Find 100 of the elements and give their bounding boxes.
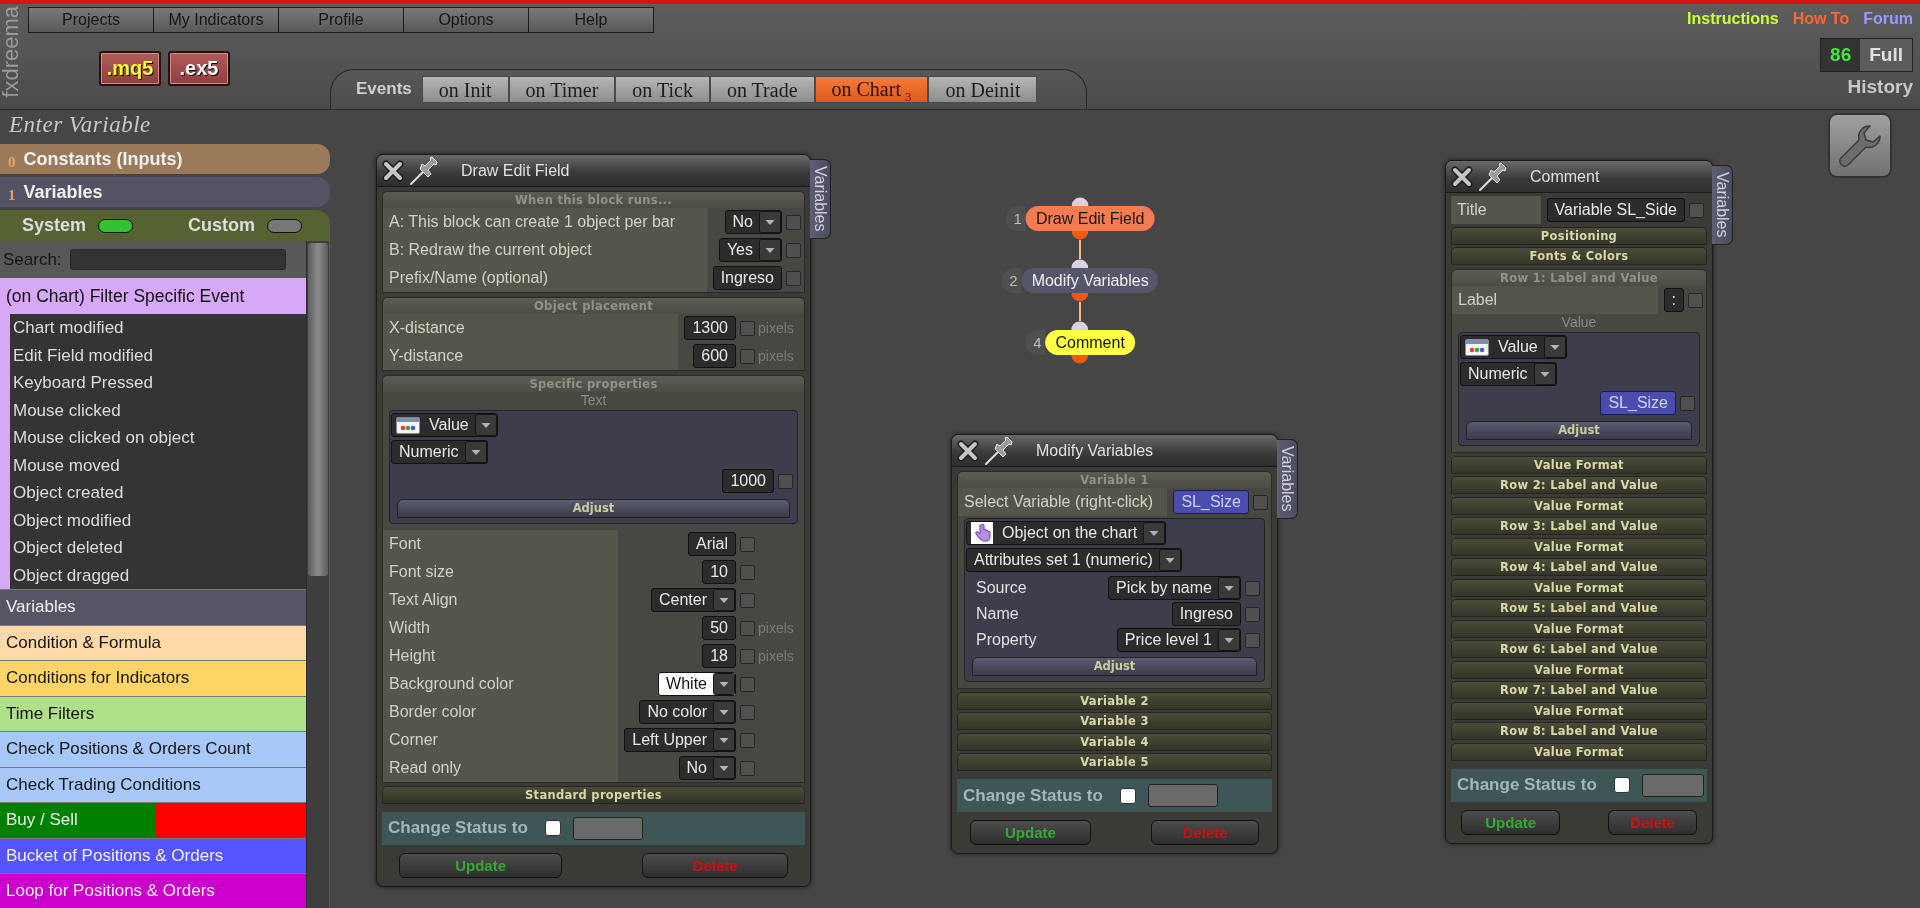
close-icon[interactable] — [1450, 164, 1474, 189]
checkbox[interactable] — [1244, 606, 1260, 622]
dropdown[interactable]: Attributes set 1 (numeric) — [966, 548, 1182, 572]
checkbox[interactable] — [785, 270, 801, 286]
category-item[interactable]: Loop for Positions & Orders — [0, 873, 306, 908]
variable-field[interactable]: SL_Size — [1600, 391, 1676, 415]
pin-icon[interactable] — [984, 435, 1016, 466]
toggle-switch[interactable] — [267, 218, 302, 233]
section-header[interactable]: Row 6: Label and Value — [1451, 640, 1707, 658]
status-field[interactable] — [572, 816, 643, 840]
checkbox[interactable] — [1252, 494, 1268, 510]
port-icon[interactable] — [1071, 293, 1089, 302]
block-item[interactable]: Keyboard Pressed — [10, 369, 306, 397]
flow-node[interactable]: Modify Variables — [1021, 268, 1159, 293]
pin-icon[interactable] — [1478, 161, 1510, 192]
event-tab[interactable]: on Tick — [615, 76, 710, 103]
block-item[interactable]: Object created — [10, 479, 306, 507]
history-button[interactable]: History — [1847, 76, 1913, 98]
port-icon[interactable] — [1071, 197, 1089, 206]
dropdown[interactable]: Value — [1460, 335, 1567, 359]
block-item[interactable]: Mouse clicked — [10, 396, 306, 424]
checkbox[interactable] — [739, 320, 755, 336]
section-header[interactable]: Value Format — [1451, 578, 1707, 597]
file-button[interactable]: .ex5 — [168, 51, 230, 86]
event-tab[interactable]: on Init — [421, 76, 509, 103]
update-button[interactable]: Update — [398, 852, 563, 878]
input-field[interactable]: 10 — [702, 560, 736, 584]
checkbox[interactable] — [1688, 202, 1704, 218]
flow-node[interactable]: Comment — [1045, 330, 1135, 355]
checkbox[interactable] — [739, 732, 755, 748]
checkbox[interactable] — [739, 676, 755, 692]
event-tab[interactable]: on Trade — [709, 76, 815, 103]
section-header[interactable]: Row 7: Label and Value — [1451, 681, 1707, 699]
toggle-switch[interactable] — [98, 218, 134, 233]
update-button[interactable]: Update — [969, 820, 1092, 845]
status-field[interactable] — [1641, 773, 1704, 797]
section-header[interactable]: Value Format — [1451, 701, 1707, 720]
checkbox[interactable] — [739, 620, 755, 636]
checkbox[interactable] — [1119, 787, 1136, 804]
status-field[interactable] — [1147, 784, 1218, 807]
pin-icon[interactable] — [409, 155, 441, 186]
category-item[interactable]: Buy / Sell — [0, 802, 306, 838]
dropdown[interactable]: Numeric — [391, 440, 488, 464]
section-header[interactable]: Value Format — [1451, 619, 1707, 638]
close-icon[interactable] — [956, 438, 980, 463]
category-item[interactable]: Check Positions & Orders Count — [0, 731, 306, 767]
dropdown[interactable]: Price level 1 — [1116, 628, 1241, 652]
event-tab[interactable]: on Deinit — [928, 76, 1038, 103]
dropdown[interactable]: Yes — [718, 238, 782, 262]
dropdown[interactable]: No — [678, 756, 736, 780]
section-header[interactable]: Value Format — [1451, 455, 1707, 474]
section-header[interactable]: Row 5: Label and Value — [1451, 599, 1707, 617]
tools-button[interactable] — [1828, 113, 1892, 178]
checkbox[interactable] — [1679, 395, 1695, 411]
checkbox[interactable] — [544, 820, 561, 836]
port-icon[interactable] — [1071, 259, 1089, 268]
dropdown[interactable]: Pick by name — [1107, 576, 1241, 600]
input-field[interactable]: Ingreso — [712, 266, 782, 290]
section-header[interactable]: Value Format — [1451, 496, 1707, 515]
input-field[interactable]: Variable SL_Side — [1546, 198, 1685, 222]
block-item[interactable]: Chart modified — [10, 314, 306, 342]
side-tab[interactable]: Variables — [1712, 165, 1733, 245]
block-item[interactable]: Mouse moved — [10, 451, 306, 479]
input-field[interactable]: 1300 — [684, 316, 736, 340]
checkbox[interactable] — [739, 704, 755, 720]
dropdown[interactable]: Left Upper — [624, 728, 736, 752]
section-header[interactable]: Value Format — [1451, 742, 1707, 761]
header-link[interactable]: Instructions — [1687, 10, 1779, 28]
section-header[interactable]: Variable 3 — [957, 712, 1272, 730]
scrollbar-thumb[interactable] — [308, 243, 328, 576]
checkbox[interactable] — [785, 214, 801, 230]
category-item[interactable]: Variables — [0, 589, 306, 625]
input-field[interactable]: Arial — [688, 532, 736, 556]
event-tab[interactable]: on Timer — [508, 76, 616, 103]
block-item[interactable]: Object deleted — [10, 534, 306, 562]
adjust-button[interactable]: Adjust — [1466, 421, 1692, 440]
checkbox[interactable] — [1613, 777, 1630, 793]
search-field[interactable] — [69, 249, 286, 270]
section-header[interactable]: Row 3: Label and Value — [1451, 517, 1707, 535]
dropdown[interactable]: Object on the chart — [966, 521, 1167, 545]
input-field[interactable]: 50 — [702, 616, 736, 640]
checkbox[interactable] — [1244, 632, 1260, 648]
port-icon[interactable] — [1071, 355, 1089, 364]
section-header[interactable]: Row 8: Label and Value — [1451, 722, 1707, 740]
dropdown[interactable]: No — [724, 210, 782, 234]
checkbox[interactable] — [1687, 292, 1703, 308]
dropdown[interactable]: Center — [650, 588, 736, 612]
mode-button[interactable]: Full — [1860, 39, 1912, 71]
section-header[interactable]: Variable 2 — [957, 691, 1272, 710]
checkbox[interactable] — [739, 648, 755, 664]
section-header[interactable]: Value Format — [1451, 660, 1707, 679]
group-title[interactable]: (on Chart) Filter Specific Event — [0, 278, 306, 314]
block-item[interactable]: Object dragged — [10, 561, 306, 589]
block-item[interactable]: Object modified — [10, 506, 306, 534]
adjust-button[interactable]: Adjust — [397, 499, 790, 518]
category-item[interactable]: Time Filters — [0, 695, 306, 731]
section-header[interactable]: Standard properties — [382, 785, 805, 804]
section-header[interactable]: Row 4: Label and Value — [1451, 558, 1707, 576]
checkbox[interactable] — [785, 242, 801, 258]
side-tab[interactable]: Variables — [1277, 439, 1298, 519]
